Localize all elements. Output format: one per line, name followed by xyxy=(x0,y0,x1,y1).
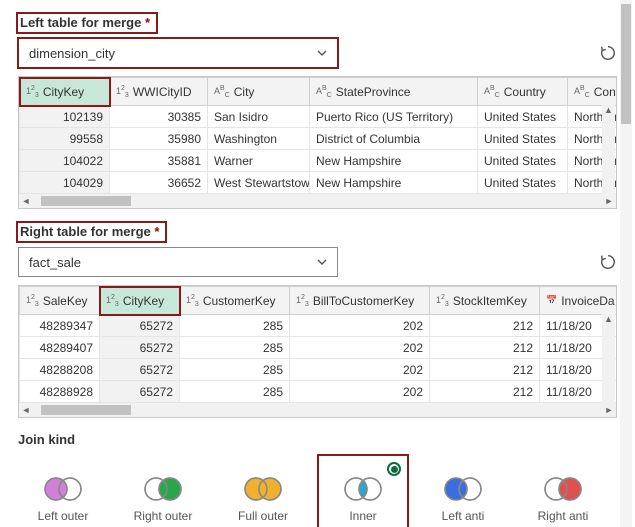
cell: 212 xyxy=(430,315,540,337)
cell: 30385 xyxy=(110,106,208,128)
chevron-down-icon xyxy=(317,257,327,267)
join-label: Inner xyxy=(349,509,376,523)
cell: United States xyxy=(478,150,568,172)
cell: West Stewartstown xyxy=(208,172,310,194)
table-row[interactable]: 10213930385San IsidroPuerto Rico (US Ter… xyxy=(20,106,618,128)
column-header-citykey[interactable]: 123 CityKey xyxy=(20,78,110,106)
column-header-billtocustomerkey[interactable]: 123 BillToCustomerKey xyxy=(290,287,430,315)
cell: 36652 xyxy=(110,172,208,194)
left-table-vscroll[interactable]: ▲ xyxy=(602,105,615,194)
left-table-hscroll[interactable]: ◄► xyxy=(19,194,616,208)
cell: 99558 xyxy=(20,128,110,150)
cell: 104029 xyxy=(20,172,110,194)
table-row[interactable]: 9955835980WashingtonDistrict of Columbia… xyxy=(20,128,618,150)
dialog-scrollbar[interactable] xyxy=(620,0,632,527)
right-table: 123 SaleKey123 CityKey123 CustomerKey123… xyxy=(18,285,617,418)
venn-icon xyxy=(544,477,582,501)
cell: 212 xyxy=(430,359,540,381)
column-header-salekey[interactable]: 123 SaleKey xyxy=(20,287,100,315)
column-header-invoiceda[interactable]: 📅 InvoiceDa xyxy=(540,287,618,315)
cell: 202 xyxy=(290,359,430,381)
cell: 102139 xyxy=(20,106,110,128)
cell: 104022 xyxy=(20,150,110,172)
venn-icon xyxy=(44,477,82,501)
selected-radio-icon xyxy=(387,462,401,476)
cell: 48288208 xyxy=(20,359,100,381)
left-table-dropdown[interactable]: dimension_city xyxy=(18,38,338,68)
refresh-icon[interactable] xyxy=(599,44,617,62)
join-left-outer[interactable]: Left outer xyxy=(18,455,108,527)
table-row[interactable]: 482882086527228520221211/18/20 xyxy=(20,359,618,381)
column-header-country[interactable]: ABC Country xyxy=(478,78,568,106)
cell: 285 xyxy=(180,315,290,337)
cell: 48289347 xyxy=(20,315,100,337)
cell: 285 xyxy=(180,381,290,403)
right-table-hscroll[interactable]: ◄► xyxy=(19,403,616,417)
left-table: 123 CityKey123 WWICityIDABC CityABC Stat… xyxy=(18,76,617,209)
cell: San Isidro xyxy=(208,106,310,128)
cell: 202 xyxy=(290,337,430,359)
cell: 35881 xyxy=(110,150,208,172)
left-table-label: Left table for merge * xyxy=(18,14,156,32)
right-table-dropdown[interactable]: fact_sale xyxy=(18,247,338,277)
join-full-outer[interactable]: Full outer xyxy=(218,455,308,527)
join-kind-label: Join kind xyxy=(18,432,617,447)
cell: District of Columbia xyxy=(310,128,478,150)
venn-icon xyxy=(144,477,182,501)
join-label: Left anti xyxy=(442,509,485,523)
cell: Washington xyxy=(208,128,310,150)
join-kind-group: Left outer Right outer Full outer Inner Left… xyxy=(18,455,617,527)
cell: 65272 xyxy=(100,315,180,337)
column-header-citykey[interactable]: 123 CityKey xyxy=(100,287,180,315)
cell: 212 xyxy=(430,381,540,403)
join-label: Full outer xyxy=(238,509,288,523)
cell: 202 xyxy=(290,381,430,403)
cell: United States xyxy=(478,172,568,194)
column-header-stateprovince[interactable]: ABC StateProvince xyxy=(310,78,478,106)
join-right-outer[interactable]: Right outer xyxy=(118,455,208,527)
column-header-stockitemkey[interactable]: 123 StockItemKey xyxy=(430,287,540,315)
column-header-wwicityid[interactable]: 123 WWICityID xyxy=(110,78,208,106)
venn-icon xyxy=(344,477,382,501)
cell: 285 xyxy=(180,359,290,381)
join-label: Left outer xyxy=(38,509,89,523)
column-header-customerkey[interactable]: 123 CustomerKey xyxy=(180,287,290,315)
cell: 65272 xyxy=(100,337,180,359)
table-row[interactable]: 482889286527228520221211/18/20 xyxy=(20,381,618,403)
refresh-icon[interactable] xyxy=(599,253,617,271)
venn-icon xyxy=(244,477,282,501)
cell: United States xyxy=(478,128,568,150)
cell: 48289407 xyxy=(20,337,100,359)
right-table-value: fact_sale xyxy=(29,255,81,270)
right-table-label: Right table for merge * xyxy=(18,223,165,241)
table-row[interactable]: 10402235881WarnerNew HampshireUnited Sta… xyxy=(20,150,618,172)
right-table-vscroll[interactable]: ▲ xyxy=(602,314,615,403)
join-inner[interactable]: Inner xyxy=(318,455,408,527)
column-header-city[interactable]: ABC City xyxy=(208,78,310,106)
cell: 65272 xyxy=(100,359,180,381)
cell: 65272 xyxy=(100,381,180,403)
cell: 48288928 xyxy=(20,381,100,403)
cell: 212 xyxy=(430,337,540,359)
cell: 35980 xyxy=(110,128,208,150)
chevron-down-icon xyxy=(317,48,327,58)
cell: Warner xyxy=(208,150,310,172)
cell: 202 xyxy=(290,315,430,337)
join-label: Right anti xyxy=(538,509,589,523)
venn-icon xyxy=(444,477,482,501)
join-right-anti[interactable]: Right anti xyxy=(518,455,608,527)
cell: United States xyxy=(478,106,568,128)
column-header-continent[interactable]: ABC Continent xyxy=(568,78,618,106)
join-left-anti[interactable]: Left anti xyxy=(418,455,508,527)
cell: Puerto Rico (US Territory) xyxy=(310,106,478,128)
left-table-value: dimension_city xyxy=(29,46,115,61)
table-row[interactable]: 10402936652West StewartstownNew Hampshir… xyxy=(20,172,618,194)
table-row[interactable]: 482894076527228520221211/18/20 xyxy=(20,337,618,359)
cell: 285 xyxy=(180,337,290,359)
cell: New Hampshire xyxy=(310,172,478,194)
cell: New Hampshire xyxy=(310,150,478,172)
table-row[interactable]: 482893476527228520221211/18/20 xyxy=(20,315,618,337)
join-label: Right outer xyxy=(134,509,193,523)
